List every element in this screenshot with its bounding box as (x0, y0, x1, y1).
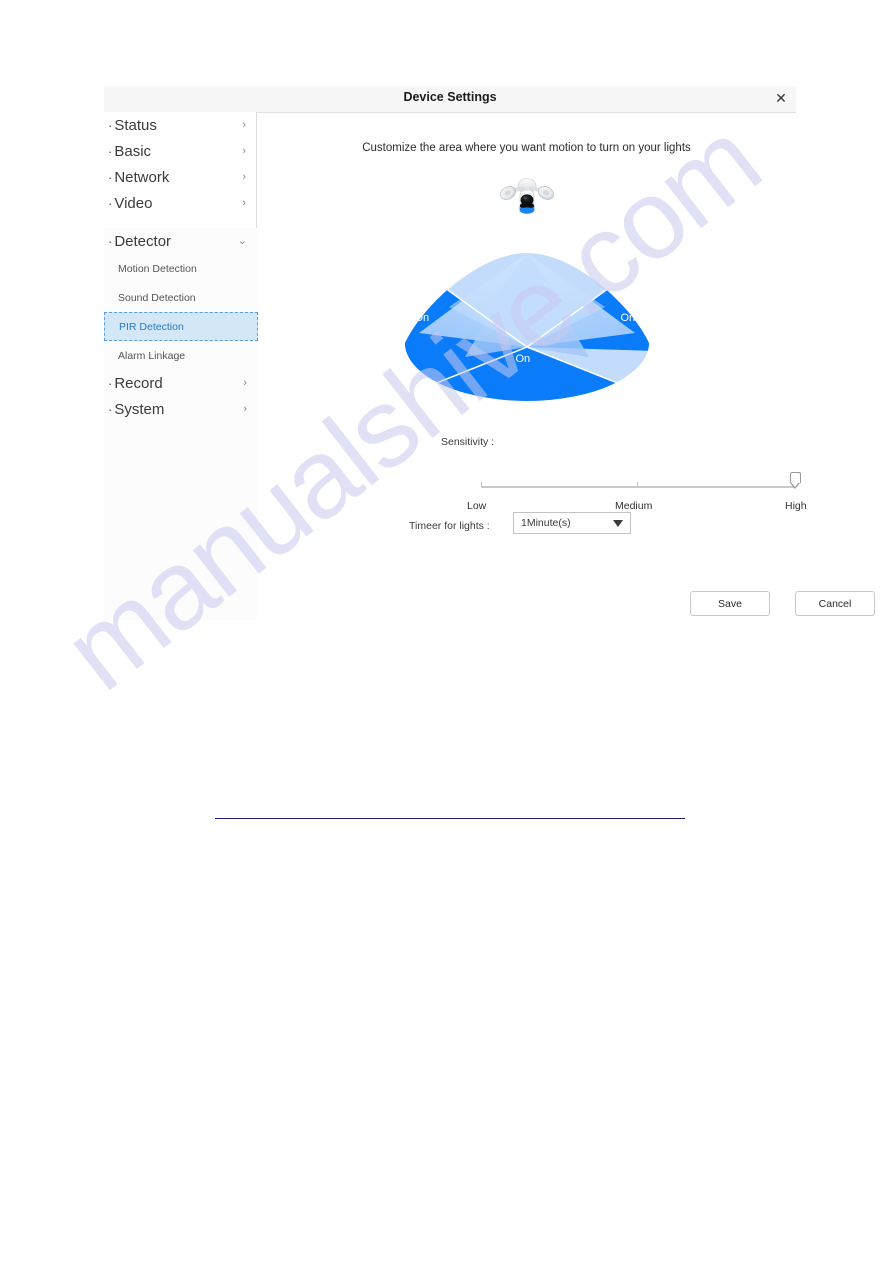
sidebar-item-label: Status (114, 116, 157, 134)
page-title: Device Settings (403, 90, 497, 104)
pir-detection-zone-diagram: On On On (383, 247, 671, 402)
sidebar-top-group: · Status › · Basic › · Network › · Video… (104, 112, 257, 228)
sidebar-item-basic[interactable]: · Basic › (104, 138, 256, 164)
sidebar-item-label: Sound Detection (118, 291, 196, 304)
chevron-right-icon: › (243, 402, 247, 415)
sidebar: · Status › · Basic › · Network › · Video… (104, 112, 258, 620)
sidebar-item-label: Record (114, 374, 163, 392)
scale-label-high: High (785, 500, 807, 512)
cancel-button[interactable]: Cancel (795, 591, 875, 616)
scale-label-medium: Medium (615, 500, 653, 512)
sidebar-item-detector[interactable]: · Detector ⌄ (104, 228, 257, 254)
chevron-right-icon: › (242, 170, 246, 183)
bullet-icon: · (108, 375, 113, 391)
sidebar-item-pir-detection[interactable]: PIR Detection (104, 312, 258, 341)
chevron-right-icon: › (242, 118, 246, 131)
sidebar-item-video[interactable]: · Video › (104, 190, 256, 216)
sidebar-item-motion-detection[interactable]: Motion Detection (104, 254, 257, 283)
timer-selected-value: 1Minute(s) (521, 517, 571, 529)
timer-for-lights-select[interactable]: 1Minute(s) (513, 512, 631, 534)
timer-label: Timeer for lights : (409, 520, 490, 532)
slider-tick-medium (637, 482, 638, 487)
bullet-icon: · (108, 233, 113, 249)
instruction-text: Customize the area where you want motion… (362, 142, 691, 154)
sidebar-item-label: Video (114, 194, 153, 212)
page-divider (215, 818, 685, 819)
bullet-icon: · (108, 401, 113, 417)
sidebar-item-record[interactable]: · Record › (104, 370, 257, 396)
bullet-icon: · (108, 117, 113, 133)
save-button[interactable]: Save (690, 591, 770, 616)
slider-tick-low (481, 482, 482, 487)
zone-label-center[interactable]: On (516, 353, 531, 365)
sensitivity-label: Sensitivity : (441, 436, 495, 448)
zone-label-left[interactable]: On (415, 312, 430, 324)
sensitivity-slider[interactable] (479, 472, 801, 494)
sidebar-item-network[interactable]: · Network › (104, 164, 256, 190)
chevron-down-icon: ⌄ (237, 234, 247, 247)
device-settings-dialog: Device Settings ✕ · Status › · Basic › ·… (104, 86, 875, 620)
sidebar-item-label: System (114, 400, 165, 418)
floodlight-camera-icon (491, 174, 563, 234)
sidebar-item-alarm-linkage[interactable]: Alarm Linkage (104, 341, 257, 370)
close-icon[interactable]: ✕ (772, 90, 790, 108)
sidebar-item-label: Network (114, 168, 170, 186)
sidebar-item-system[interactable]: · System › (104, 396, 257, 422)
sidebar-item-sound-detection[interactable]: Sound Detection (104, 283, 257, 312)
sidebar-item-label: Alarm Linkage (118, 349, 186, 362)
chevron-down-icon (613, 520, 623, 527)
chevron-right-icon: › (242, 144, 246, 157)
sidebar-item-label: Basic (114, 142, 152, 160)
zone-label-right[interactable]: On (621, 312, 636, 324)
chevron-right-icon: › (242, 196, 246, 209)
sidebar-item-label: PIR Detection (119, 320, 184, 333)
main-content: Customize the area where you want motion… (257, 112, 875, 620)
slider-track[interactable] (481, 486, 795, 488)
chevron-right-icon: › (243, 376, 247, 389)
sidebar-item-status[interactable]: · Status › (104, 112, 256, 138)
bullet-icon: · (108, 143, 113, 159)
scale-label-low: Low (467, 500, 487, 512)
bullet-icon: · (108, 195, 113, 211)
bullet-icon: · (108, 169, 113, 185)
sidebar-item-label: Motion Detection (118, 262, 197, 275)
dialog-titlebar: Device Settings ✕ (104, 86, 796, 113)
sidebar-item-label: Detector (114, 232, 172, 250)
slider-handle[interactable] (790, 472, 801, 489)
